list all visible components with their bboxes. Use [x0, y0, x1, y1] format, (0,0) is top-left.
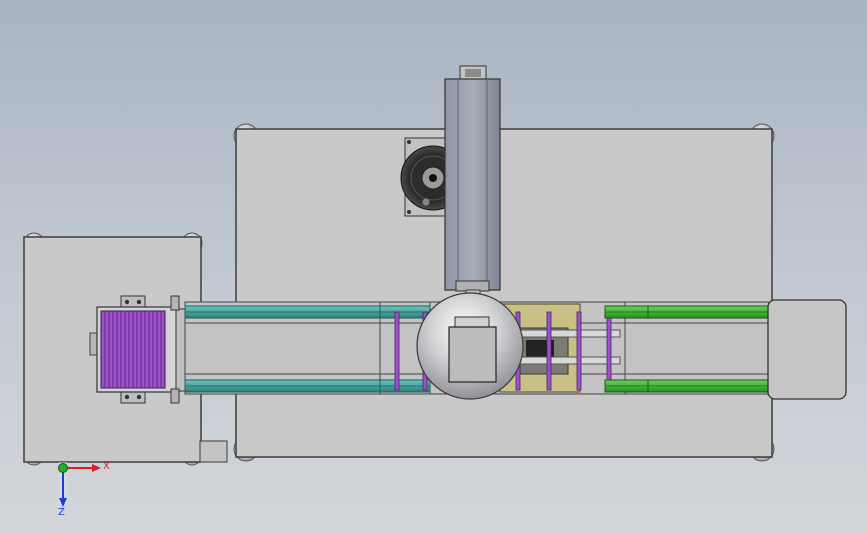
- purple-stack-lines: [104, 311, 162, 388]
- cad-assembly-view: X Z: [23, 65, 847, 518]
- magazine-post-top: [170, 295, 180, 311]
- magazine-gate: [175, 308, 186, 392]
- magazine-post-bottom: [170, 388, 180, 404]
- main-base-plate: [233, 123, 775, 462]
- magazine-assembly: [89, 295, 186, 404]
- feeder-bracket-tab: [199, 440, 228, 463]
- axis-z-label: Z: [58, 507, 65, 518]
- magazine-clamp-bottom: [120, 390, 146, 404]
- magazine-clamp-top: [120, 295, 146, 309]
- axis-x-arrowhead: [92, 464, 101, 472]
- axis-y-dot: [58, 463, 68, 473]
- green-rail-bottom: [604, 379, 771, 393]
- teal-rail-bottom: [184, 379, 431, 393]
- end-motor-box: [767, 299, 847, 400]
- teal-rail-top: [184, 305, 431, 319]
- axis-x-label: X: [103, 461, 110, 472]
- green-rail-top: [604, 305, 771, 319]
- axis-triad: X Z: [58, 461, 110, 518]
- vertical-column: [444, 65, 501, 292]
